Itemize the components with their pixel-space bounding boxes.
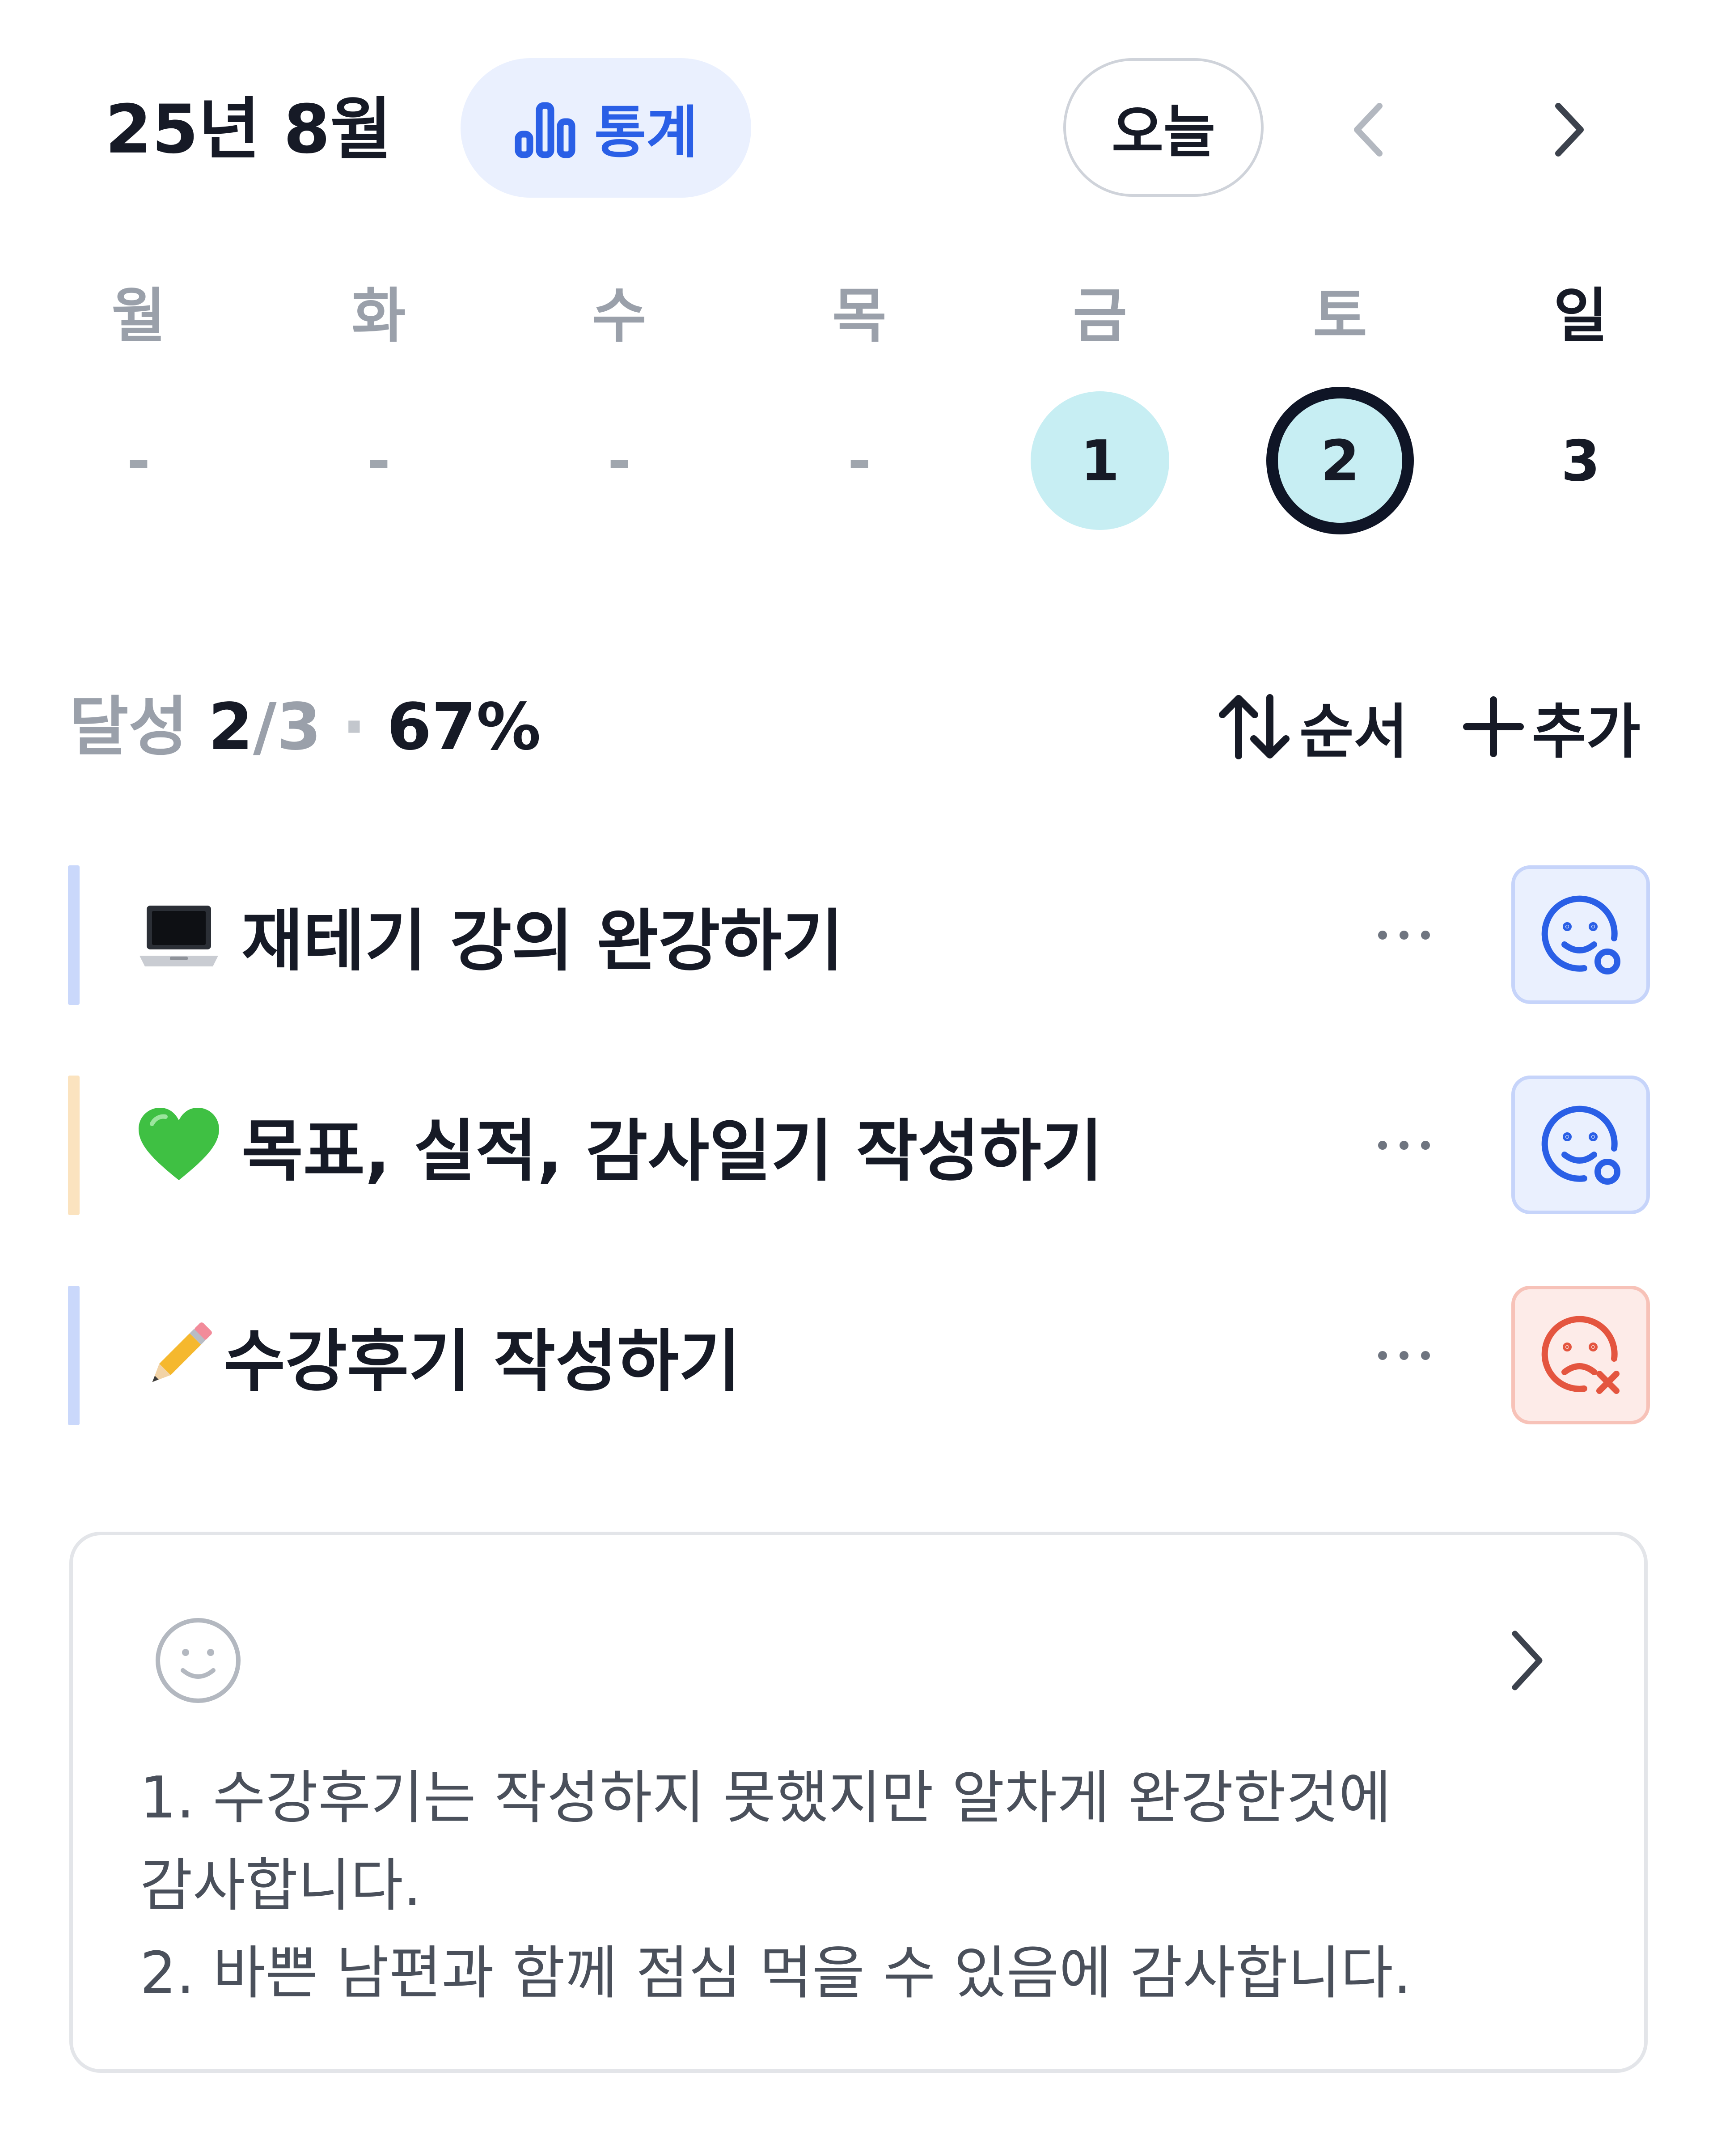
sort-label: 순서 (1299, 697, 1408, 767)
achievement-percent: 67% (387, 689, 541, 764)
add-label: 추가 (1532, 697, 1641, 767)
smile-check-icon (1541, 1106, 1620, 1185)
weekday-sun: 일 (1553, 282, 1608, 351)
task-status-button[interactable] (1511, 865, 1650, 1004)
task-more-button[interactable] (1364, 1076, 1444, 1215)
achievement-label: 달성 (69, 689, 188, 764)
stats-label: 통계 (594, 100, 698, 165)
green-heart-icon (139, 1108, 219, 1180)
weekday-tue: 화 (351, 282, 406, 351)
task-status-button[interactable] (1511, 1076, 1650, 1214)
task-more-button[interactable] (1364, 1286, 1444, 1425)
task-item[interactable]: 수강후기 작성하기 (134, 1286, 740, 1425)
date-cell-fri[interactable]: 1 (1019, 391, 1180, 530)
date-selected-circle: 2 (1266, 387, 1414, 534)
smile-check-icon (1541, 895, 1620, 974)
date-number: 2 (1320, 428, 1360, 494)
smile-face-icon (156, 1618, 241, 1703)
chevron-right-icon (1555, 103, 1584, 157)
date-cell-tue: - (367, 428, 391, 494)
plus-icon (1463, 696, 1524, 757)
diary-text: 1. 수강후기는 작성하지 못했지만 알차게 완강한것에 감사합니다. 2. 바… (140, 1765, 1412, 2007)
month-title: 25년 8월 (105, 91, 392, 169)
task-title: 목표, 실적, 감사일기 작성하기 (241, 1112, 1103, 1190)
date-achieved-circle: 1 (1031, 391, 1169, 530)
stats-button[interactable]: 통계 (461, 58, 751, 198)
weekday-wed: 수 (592, 282, 647, 351)
sad-x-icon (1541, 1316, 1620, 1394)
date-cell-wed: - (607, 428, 631, 494)
date-number: 1 (1080, 428, 1120, 494)
achievement-total-count: /3 (253, 689, 321, 764)
pencil-icon (152, 1322, 212, 1382)
achievement-done-count: 2 (208, 689, 253, 764)
chevron-left-icon (1354, 103, 1383, 157)
next-week-button[interactable] (1538, 89, 1601, 170)
today-button[interactable]: 오늘 (1063, 58, 1264, 197)
bar-chart-icon (515, 102, 575, 158)
task-item[interactable]: 재테기 강의 완강하기 (134, 865, 843, 1005)
task-title: 재테기 강의 완강하기 (241, 902, 844, 980)
task-status-button[interactable] (1511, 1286, 1650, 1424)
weekday-fri: 금 (1073, 282, 1127, 351)
date-cell-mon: - (127, 428, 151, 494)
task-item[interactable]: 목표, 실적, 감사일기 작성하기 (134, 1076, 1103, 1215)
task-more-button[interactable] (1364, 865, 1444, 1005)
weekday-sat: 토 (1313, 282, 1367, 351)
achievement-summary: 달성 2/3 · 67% (69, 689, 541, 765)
date-cell-sun[interactable]: 3 (1500, 394, 1661, 528)
task-title: 수강후기 작성하기 (224, 1322, 741, 1401)
date-cell-thu: - (847, 428, 871, 494)
task-color-bar (68, 1076, 80, 1215)
weekday-thu: 목 (832, 282, 887, 351)
task-color-bar (68, 865, 80, 1005)
date-cell-sat-selected[interactable]: 2 (1260, 387, 1421, 534)
chevron-right-icon[interactable] (1499, 1625, 1553, 1696)
laptop-icon (140, 906, 218, 966)
sort-button[interactable]: 순서 (1216, 689, 1408, 767)
add-task-button[interactable]: 추가 (1462, 689, 1641, 767)
prev-week-button[interactable] (1337, 89, 1400, 170)
weekday-mon: 월 (111, 282, 166, 351)
daily-checklist-screen: 25년 8월 통계 오늘 월 화 수 목 금 토 일 - - - - 1 2 3… (0, 0, 1717, 2156)
summary-separator: · (342, 689, 367, 764)
sort-arrows-icon (1219, 694, 1290, 759)
task-color-bar (68, 1286, 80, 1425)
gratitude-diary-card[interactable]: 1. 수강후기는 작성하지 못했지만 알차게 완강한것에 감사합니다. 2. 바… (69, 1532, 1648, 2073)
